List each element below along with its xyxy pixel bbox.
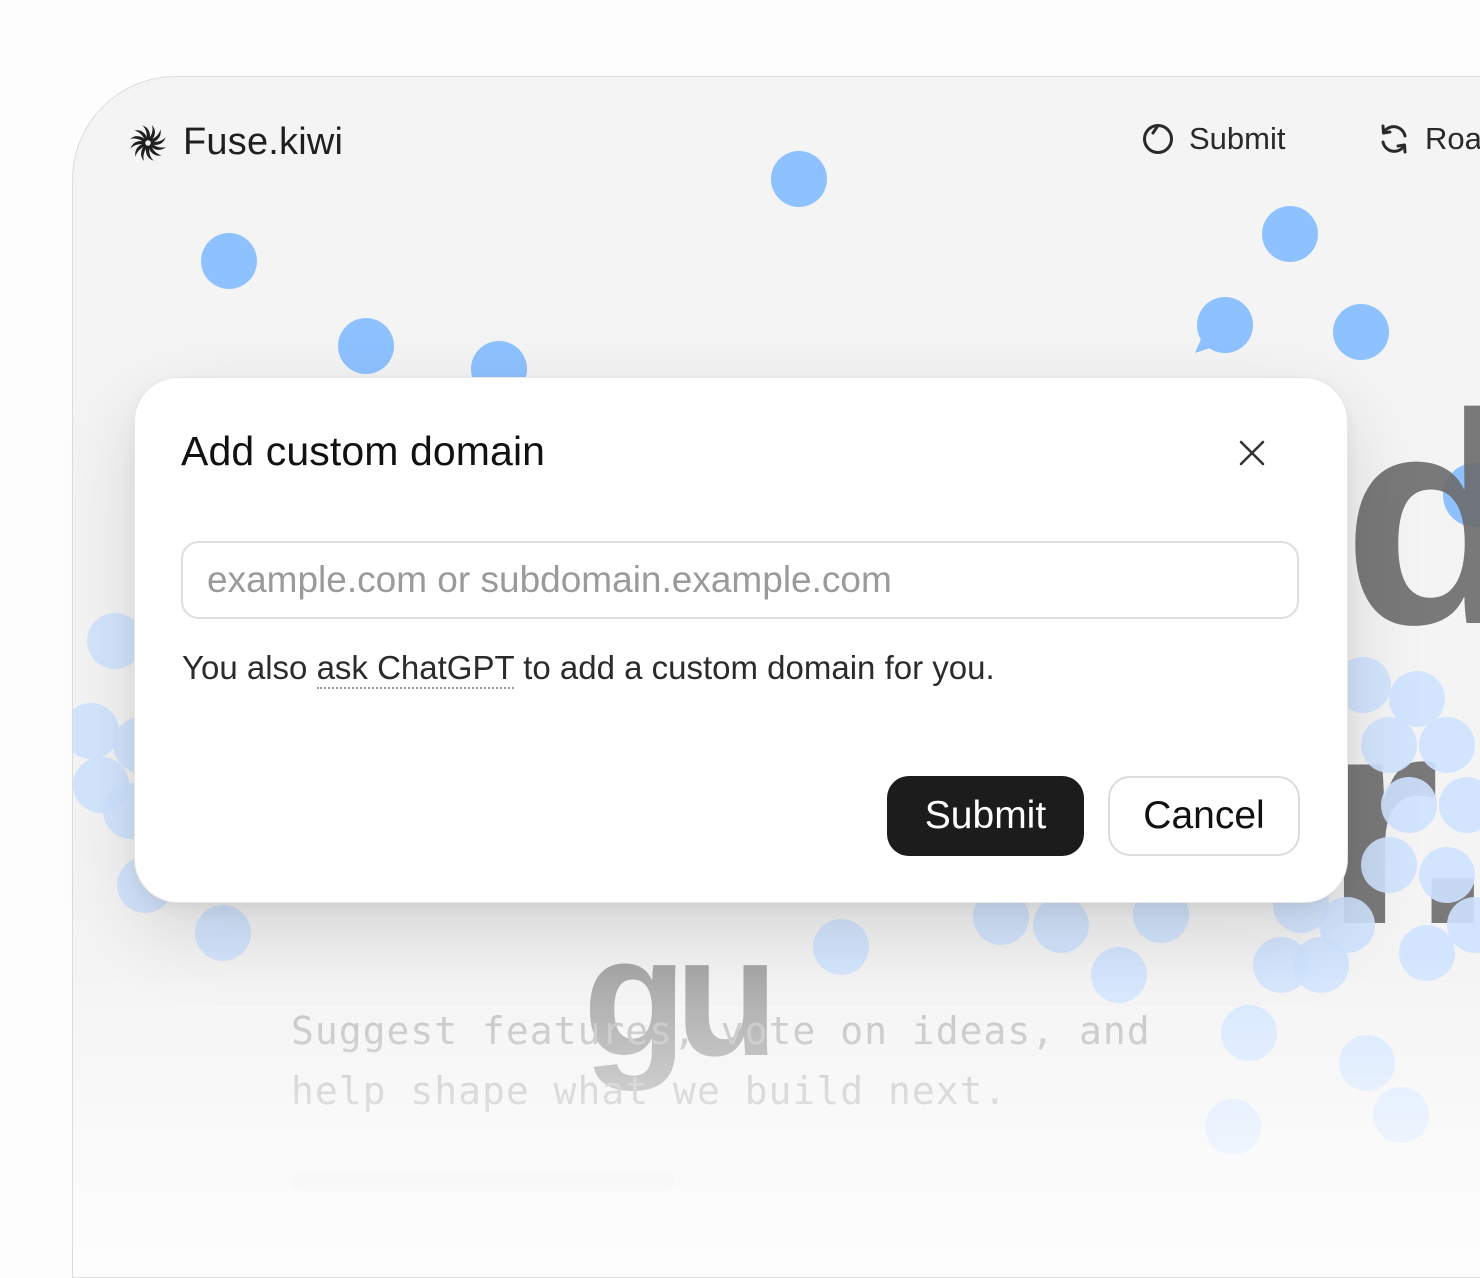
decor-dot bbox=[1419, 717, 1475, 773]
decor-dot bbox=[813, 919, 869, 975]
decor-dot bbox=[195, 905, 251, 961]
add-domain-dialog: Add custom domain You also ask ChatGPT t… bbox=[134, 377, 1348, 903]
cancel-button[interactable]: Cancel bbox=[1108, 776, 1300, 856]
domain-input[interactable] bbox=[181, 541, 1299, 619]
close-icon bbox=[1239, 440, 1265, 466]
helper-text-before: You also bbox=[182, 649, 317, 686]
decor-dot bbox=[1399, 925, 1455, 981]
dialog-title: Add custom domain bbox=[181, 428, 546, 474]
decor-dot bbox=[1361, 717, 1417, 773]
close-button[interactable] bbox=[1235, 436, 1269, 470]
decor-dot bbox=[1221, 1005, 1277, 1061]
decor-dot bbox=[1439, 777, 1480, 833]
decor-dot bbox=[1253, 937, 1309, 993]
ask-chatgpt-link[interactable]: ask ChatGPT bbox=[316, 649, 515, 689]
decor-dot bbox=[1373, 1087, 1429, 1143]
hero-subtitle: Suggest features, vote on ideas, and hel… bbox=[291, 1009, 1151, 1113]
hero-cta-placeholder bbox=[291, 1171, 675, 1191]
helper-text-after: to add a custom domain for you. bbox=[514, 649, 995, 686]
decor-dot bbox=[1419, 847, 1475, 903]
helper-text: You also ask ChatGPT to add a custom dom… bbox=[182, 649, 995, 689]
decor-dot bbox=[73, 703, 119, 759]
decor-dot bbox=[1033, 897, 1089, 953]
decor-dot bbox=[1381, 777, 1437, 833]
submit-button[interactable]: Submit bbox=[887, 776, 1084, 856]
decor-dot bbox=[1339, 1035, 1395, 1091]
decor-dot bbox=[1361, 837, 1417, 893]
decor-dot bbox=[1205, 1099, 1261, 1155]
decor-dot bbox=[1091, 947, 1147, 1003]
